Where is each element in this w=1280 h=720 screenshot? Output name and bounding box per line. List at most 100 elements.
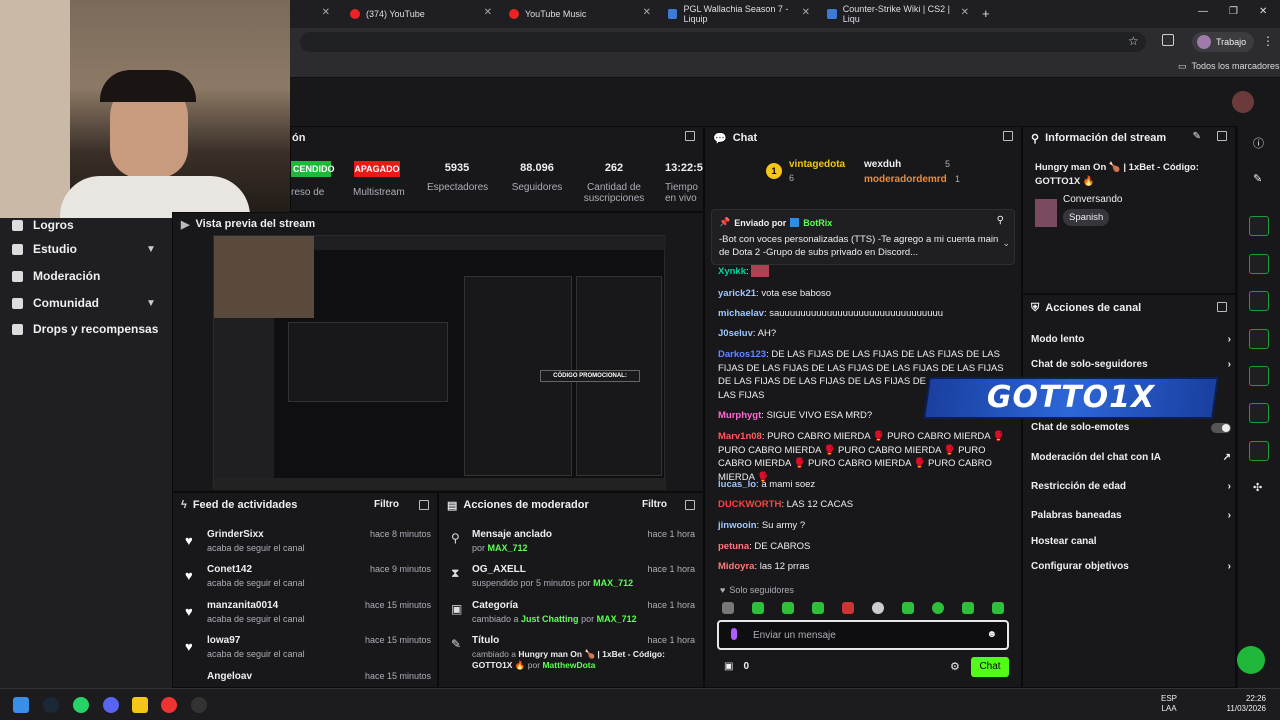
category-thumbnail[interactable] xyxy=(1035,199,1057,227)
discord-icon[interactable] xyxy=(103,697,119,713)
pencil-icon[interactable]: ✎ xyxy=(1253,172,1262,185)
close-tab-icon[interactable]: ✕ xyxy=(643,7,651,18)
obs-icon[interactable] xyxy=(191,697,207,713)
chat-username[interactable]: lucas_lo xyxy=(718,479,756,490)
action-slow-mode[interactable]: Modo lento › xyxy=(1031,334,1231,345)
action-ai-moderation[interactable]: Moderación del chat con IA ↗ xyxy=(1031,452,1231,463)
new-tab-icon[interactable]: + xyxy=(982,6,990,21)
menu-dots-icon[interactable]: ⋮ xyxy=(1262,34,1274,48)
chat-input[interactable]: Enviar un mensaje ☻ xyxy=(717,620,1009,650)
emote-icon[interactable] xyxy=(812,602,824,614)
action-followers-only[interactable]: Chat de solo-seguidores › xyxy=(1031,359,1231,370)
emote-icon[interactable] xyxy=(992,602,1004,614)
gear-icon[interactable]: ⚙ xyxy=(950,660,960,673)
chat-username[interactable]: Midoyra xyxy=(718,561,754,572)
shortcut-clip-icon[interactable] xyxy=(1249,216,1269,236)
emote-icon[interactable] xyxy=(722,602,734,614)
list-item[interactable]: ♥ lowa97 acaba de seguir el canal hace 15 m… xyxy=(181,635,431,669)
list-item[interactable]: Angeloav hace 15 minutos xyxy=(181,671,431,687)
moderator-name[interactable]: MAX_712 xyxy=(488,543,528,553)
shortcut-bolt-icon[interactable] xyxy=(1249,254,1269,274)
chat-username[interactable]: Darkos123 xyxy=(718,349,766,360)
chat-username[interactable]: yarick21 xyxy=(718,288,756,299)
popout-icon[interactable] xyxy=(1217,302,1227,312)
edit-icon[interactable]: ✎ xyxy=(1193,131,1201,142)
emote-icon[interactable] xyxy=(752,602,764,614)
action-goals[interactable]: Configurar objetivos › xyxy=(1031,561,1231,572)
action-age-restriction[interactable]: Restricción de edad › xyxy=(1031,481,1231,492)
sidebar-item-moderacion[interactable]: Moderación xyxy=(12,269,100,283)
emote-picker-icon[interactable]: ☻ xyxy=(986,629,997,640)
shortcut-chat-icon[interactable] xyxy=(1249,329,1269,349)
language-indicator[interactable]: ESP LAA xyxy=(1161,694,1177,714)
moderator-name[interactable]: MAX_712 xyxy=(597,614,637,624)
steam-icon[interactable] xyxy=(43,697,59,713)
emote-icon[interactable] xyxy=(962,602,974,614)
shortcut-wrench-icon[interactable] xyxy=(1249,441,1269,461)
chat-username[interactable]: Murphygt xyxy=(718,410,761,421)
star-icon[interactable]: ☆ xyxy=(1128,34,1139,48)
shortcut-broadcast-icon[interactable] xyxy=(1249,366,1269,386)
whatsapp-icon[interactable] xyxy=(73,697,89,713)
action-emote-only[interactable]: Chat de solo-emotes xyxy=(1031,422,1231,433)
shortcut-store-icon[interactable] xyxy=(1249,403,1269,423)
sidebar-item-drops[interactable]: Drops y recompensas xyxy=(12,322,158,336)
popout-icon[interactable] xyxy=(1003,131,1013,141)
emote-icon[interactable] xyxy=(932,602,944,614)
emote-icon[interactable] xyxy=(842,602,854,614)
chevron-down-icon[interactable]: ⌄ xyxy=(1002,238,1010,249)
moderator-name[interactable]: MatthewDota xyxy=(542,660,595,670)
chat-username[interactable]: Xynkk xyxy=(718,266,746,277)
user-avatar[interactable] xyxy=(1232,91,1254,113)
chat-username[interactable]: DUCKWORTH xyxy=(718,499,781,510)
moderator-name[interactable]: MAX_712 xyxy=(593,578,633,588)
leaderboard-user[interactable]: moderadordemrd xyxy=(864,174,947,185)
chat-username[interactable]: Marv1n08 xyxy=(718,431,762,442)
channel-points[interactable]: ▣ 0 xyxy=(724,661,749,672)
chevron-down-icon[interactable]: ▼ xyxy=(146,244,156,255)
popout-icon[interactable] xyxy=(685,500,695,510)
action-banned-words[interactable]: Palabras baneadas › xyxy=(1031,510,1231,521)
tab-partial[interactable]: ✕ xyxy=(294,4,334,24)
extensions-icon[interactable] xyxy=(1162,34,1174,46)
puzzle-icon[interactable]: ✣ xyxy=(1253,481,1262,494)
close-tab-icon[interactable]: ✕ xyxy=(484,7,492,18)
maximize-icon[interactable]: ❐ xyxy=(1229,6,1238,17)
emote-icon[interactable] xyxy=(782,602,794,614)
popout-icon[interactable] xyxy=(419,500,429,510)
emote-only-toggle[interactable] xyxy=(1211,422,1231,433)
popout-icon[interactable] xyxy=(685,131,695,141)
minimize-icon[interactable]: — xyxy=(1198,6,1208,17)
tab-liquipedia-pgl[interactable]: PGL Wallachia Season 7 - Liquip ✕ xyxy=(662,4,814,24)
category-link[interactable]: Just Chatting xyxy=(521,614,579,624)
list-item[interactable]: ♥ Conet142 acaba de seguir el canal hace 9 … xyxy=(181,564,431,598)
filter-button[interactable]: Filtro xyxy=(642,499,667,510)
close-window-icon[interactable]: ✕ xyxy=(1259,6,1267,17)
leaderboard-user[interactable]: wexduh xyxy=(864,159,901,170)
chat-username[interactable]: michaelav xyxy=(718,308,764,319)
sidebar-item-estudio[interactable]: Estudio xyxy=(12,242,77,256)
category-name[interactable]: Conversando xyxy=(1063,194,1122,205)
action-host-channel[interactable]: Hostear canal xyxy=(1031,536,1231,547)
list-item[interactable]: ♥ GrinderSixx acaba de seguir el canal hace… xyxy=(181,529,431,563)
leaderboard-user[interactable]: vintagedota xyxy=(789,159,845,170)
mic-icon[interactable] xyxy=(731,628,737,640)
folder-icon[interactable] xyxy=(132,697,148,713)
chrome-icon[interactable] xyxy=(161,697,177,713)
emote-icon[interactable] xyxy=(902,602,914,614)
shortcut-list-icon[interactable] xyxy=(1249,291,1269,311)
close-tab-icon[interactable]: ✕ xyxy=(961,7,969,18)
emote-icon[interactable] xyxy=(872,602,884,614)
chat-username[interactable]: jinwooin xyxy=(718,520,757,531)
filter-button[interactable]: Filtro xyxy=(374,499,399,510)
all-bookmarks[interactable]: ▭ Todos los marcadores xyxy=(1178,61,1280,72)
list-item[interactable]: ♥ manzanita0014 acaba de seguir el canal ha… xyxy=(181,600,431,634)
chevron-down-icon[interactable]: ▼ xyxy=(146,298,156,309)
pinned-author[interactable]: BotRix xyxy=(803,218,832,228)
unpin-icon[interactable]: ⚲ xyxy=(997,215,1004,226)
close-tab-icon[interactable]: ✕ xyxy=(802,7,810,18)
sidebar-item-logros[interactable]: Logros xyxy=(12,218,74,232)
tab-youtube-music[interactable]: YouTube Music ✕ xyxy=(503,4,655,24)
popout-icon[interactable] xyxy=(1217,131,1227,141)
chat-username[interactable]: J0seluv xyxy=(718,328,753,339)
